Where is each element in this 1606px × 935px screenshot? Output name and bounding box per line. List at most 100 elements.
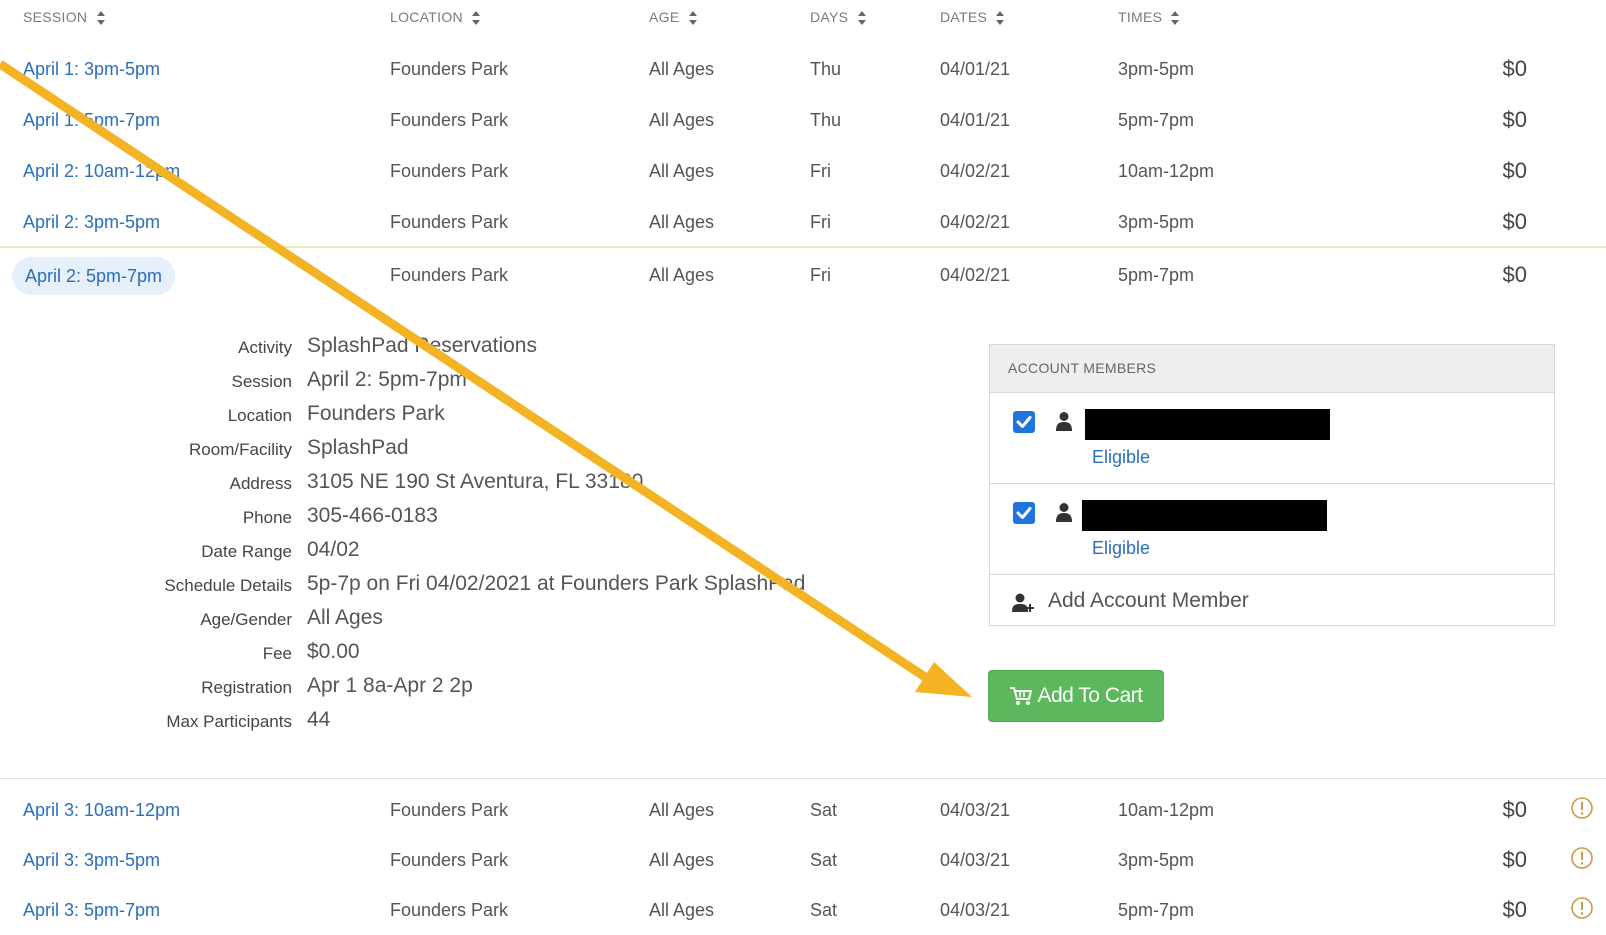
day-cell: Fri bbox=[810, 265, 831, 285]
detail-value: April 2: 5pm-7pm bbox=[307, 368, 467, 391]
detail-value: 44 bbox=[307, 708, 331, 731]
header-age[interactable]: AGE bbox=[649, 9, 698, 26]
session-link[interactable]: April 2: 10am-12pm bbox=[23, 161, 180, 182]
table-row[interactable]: April 3: 5pm-7pm Founders Park All Ages … bbox=[0, 884, 1606, 935]
redacted-member-name bbox=[1085, 409, 1330, 440]
date-cell: 04/03/21 bbox=[940, 800, 1011, 820]
sort-icon bbox=[688, 11, 697, 26]
member-status: Eligible bbox=[1092, 538, 1151, 558]
detail-value: 3105 NE 190 St Aventura, FL 33180 bbox=[307, 470, 644, 493]
detail-row-facility: Room/Facility SplashPad bbox=[0, 436, 900, 466]
detail-value: SplashPad Reservations bbox=[307, 334, 537, 357]
warning-icon[interactable] bbox=[1570, 846, 1594, 870]
add-account-member-label[interactable]: Add Account Member bbox=[1048, 589, 1249, 613]
add-to-cart-button[interactable]: Add To Cart bbox=[988, 670, 1164, 722]
sort-icon bbox=[857, 11, 866, 26]
check-icon bbox=[1016, 507, 1032, 519]
age-cell: All Ages bbox=[649, 59, 715, 79]
detail-row-fee: Fee $0.00 bbox=[0, 640, 900, 670]
detail-row-age-gender: Age/Gender All Ages bbox=[0, 606, 900, 636]
table-row[interactable]: April 2: 3pm-5pm Founders Park All Ages … bbox=[0, 196, 1606, 247]
table-row-selected[interactable]: April 2: 5pm-7pm Founders Park All Ages … bbox=[0, 249, 1606, 300]
person-icon bbox=[1056, 412, 1072, 431]
detail-row-max-participants: Max Participants 44 bbox=[0, 708, 900, 738]
time-cell: 5pm-7pm bbox=[1118, 265, 1195, 285]
table-row[interactable]: April 2: 10am-12pm Founders Park All Age… bbox=[0, 145, 1606, 196]
header-dates[interactable]: DATES bbox=[940, 9, 1005, 26]
sort-icon bbox=[1171, 11, 1180, 26]
price-cell: $0 bbox=[1502, 797, 1527, 822]
day-cell: Fri bbox=[810, 161, 831, 181]
detail-label: Phone bbox=[242, 508, 292, 527]
time-cell: 10am-12pm bbox=[1118, 161, 1215, 181]
price-cell: $0 bbox=[1502, 107, 1527, 132]
date-cell: 04/03/21 bbox=[940, 850, 1011, 870]
member-checkbox[interactable] bbox=[1013, 411, 1035, 433]
detail-label: Address bbox=[229, 474, 292, 493]
price-cell: $0 bbox=[1502, 158, 1527, 183]
age-cell: All Ages bbox=[649, 800, 715, 820]
account-member-row[interactable]: Eligible bbox=[990, 393, 1554, 484]
day-cell: Sat bbox=[810, 850, 838, 870]
time-cell: 5pm-7pm bbox=[1118, 900, 1195, 920]
header-session[interactable]: SESSION bbox=[23, 9, 106, 26]
date-cell: 04/01/21 bbox=[940, 110, 1011, 130]
date-cell: 04/03/21 bbox=[940, 900, 1011, 920]
detail-row-date-range: Date Range 04/02 bbox=[0, 538, 900, 568]
detail-label: Location bbox=[227, 406, 292, 425]
warning-icon[interactable] bbox=[1570, 796, 1594, 820]
session-link[interactable]: April 2: 3pm-5pm bbox=[23, 212, 160, 233]
age-cell: All Ages bbox=[649, 850, 715, 870]
detail-value: SplashPad bbox=[307, 436, 409, 459]
day-cell: Thu bbox=[810, 110, 842, 130]
date-cell: 04/02/21 bbox=[940, 161, 1011, 181]
detail-row-registration: Registration Apr 1 8a-Apr 2 2p bbox=[0, 674, 900, 704]
detail-value: 04/02 bbox=[307, 538, 360, 561]
session-link[interactable]: April 3: 10am-12pm bbox=[23, 800, 180, 821]
session-link[interactable]: April 3: 3pm-5pm bbox=[23, 850, 160, 871]
detail-value: All Ages bbox=[307, 606, 383, 629]
detail-label: Date Range bbox=[201, 542, 292, 561]
sort-icon bbox=[96, 11, 105, 26]
redacted-member-name bbox=[1082, 500, 1327, 531]
location-cell: Founders Park bbox=[390, 800, 509, 820]
header-days[interactable]: DAYS bbox=[810, 9, 867, 26]
session-link[interactable]: April 1: 3pm-5pm bbox=[23, 59, 160, 80]
date-cell: 04/02/21 bbox=[940, 265, 1011, 285]
session-link[interactable]: April 1: 5pm-7pm bbox=[23, 110, 160, 131]
time-cell: 10am-12pm bbox=[1118, 800, 1215, 820]
detail-value: Apr 1 8a-Apr 2 2p bbox=[307, 674, 473, 697]
account-member-row[interactable]: Eligible bbox=[990, 484, 1554, 575]
detail-row-schedule: Schedule Details 5p-7p on Fri 04/02/2021… bbox=[0, 572, 900, 602]
location-cell: Founders Park bbox=[390, 59, 509, 79]
detail-label: Activity bbox=[238, 338, 292, 357]
header-times[interactable]: TIMES bbox=[1118, 9, 1180, 26]
date-cell: 04/01/21 bbox=[940, 59, 1011, 79]
detail-label: Fee bbox=[262, 644, 292, 663]
day-cell: Sat bbox=[810, 800, 838, 820]
details-divider bbox=[0, 778, 1606, 779]
table-row[interactable]: April 3: 3pm-5pm Founders Park All Ages … bbox=[0, 834, 1606, 885]
session-link[interactable]: April 3: 5pm-7pm bbox=[23, 900, 160, 921]
location-cell: Founders Park bbox=[390, 850, 509, 870]
detail-value: Founders Park bbox=[307, 402, 445, 425]
table-header: SESSION LOCATION AGE DAYS DATES TIMES bbox=[0, 0, 1606, 38]
age-cell: All Ages bbox=[649, 212, 715, 232]
add-person-icon bbox=[1012, 593, 1034, 612]
warning-icon[interactable] bbox=[1570, 896, 1594, 920]
day-cell: Thu bbox=[810, 59, 842, 79]
table-row[interactable]: April 1: 3pm-5pm Founders Park All Ages … bbox=[0, 43, 1606, 94]
age-cell: All Ages bbox=[649, 161, 715, 181]
detail-row-phone: Phone 305-466-0183 bbox=[0, 504, 900, 534]
member-checkbox[interactable] bbox=[1013, 502, 1035, 524]
age-cell: All Ages bbox=[649, 900, 715, 920]
detail-row-session: Session April 2: 5pm-7pm bbox=[0, 368, 900, 398]
table-row[interactable]: April 3: 10am-12pm Founders Park All Age… bbox=[0, 784, 1606, 835]
table-row[interactable]: April 1: 5pm-7pm Founders Park All Ages … bbox=[0, 94, 1606, 145]
sort-icon bbox=[472, 11, 481, 26]
header-location[interactable]: LOCATION bbox=[390, 9, 481, 26]
detail-value: 305-466-0183 bbox=[307, 504, 438, 527]
session-link-selected[interactable]: April 2: 5pm-7pm bbox=[12, 257, 176, 295]
date-cell: 04/02/21 bbox=[940, 212, 1011, 232]
add-account-member[interactable]: Add Account Member bbox=[990, 575, 1554, 628]
